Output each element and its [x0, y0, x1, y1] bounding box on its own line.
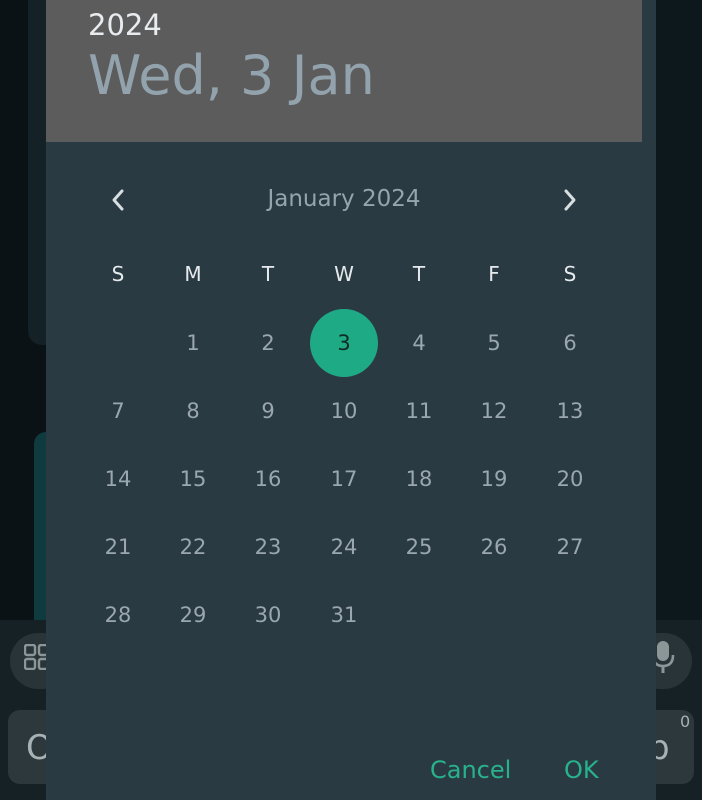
year-selector[interactable]: 2024: [88, 8, 162, 42]
calendar-day[interactable]: 28: [84, 581, 152, 649]
calendar-day[interactable]: 21: [84, 513, 152, 581]
calendar-day[interactable]: 16: [234, 445, 302, 513]
selected-date-display: Wed, 3 Jan: [88, 44, 375, 107]
calendar-day[interactable]: 11: [385, 377, 453, 445]
calendar-day[interactable]: 8: [159, 377, 227, 445]
calendar-day[interactable]: 24: [310, 513, 378, 581]
month-navigation: January 2024: [46, 176, 642, 224]
weekday-label: S: [563, 262, 577, 286]
cancel-button[interactable]: Cancel: [430, 756, 511, 784]
calendar-day[interactable]: 6: [536, 309, 604, 377]
calendar-day[interactable]: 15: [159, 445, 227, 513]
weekday-label: T: [412, 262, 426, 286]
next-month-button[interactable]: [550, 180, 590, 220]
calendar-day[interactable]: 17: [310, 445, 378, 513]
weekday-label: T: [261, 262, 275, 286]
calendar-day-selected[interactable]: 3: [310, 309, 378, 377]
calendar-day[interactable]: 7: [84, 377, 152, 445]
weekday-label: S: [111, 262, 125, 286]
weekday-label: F: [488, 262, 500, 286]
background-panel: [652, 0, 702, 620]
calendar-day[interactable]: 13: [536, 377, 604, 445]
calendar-day[interactable]: 4: [385, 309, 453, 377]
calendar-day[interactable]: 30: [234, 581, 302, 649]
calendar-day[interactable]: 31: [310, 581, 378, 649]
calendar-day[interactable]: 10: [310, 377, 378, 445]
keyboard-key-hint: 0: [680, 712, 691, 731]
calendar-day[interactable]: 23: [234, 513, 302, 581]
calendar-day[interactable]: 12: [460, 377, 528, 445]
calendar-day[interactable]: 14: [84, 445, 152, 513]
calendar-day[interactable]: 22: [159, 513, 227, 581]
calendar-day[interactable]: 5: [460, 309, 528, 377]
weekday-label: W: [334, 262, 354, 286]
calendar-day[interactable]: 9: [234, 377, 302, 445]
calendar-days-grid: 1 2 3 4 5 6 7 8 9 10 11 12 13 14 15 16 17 18 19 20 21 22 23 24 2…: [46, 306, 656, 646]
calendar-day[interactable]: 19: [460, 445, 528, 513]
date-picker-dialog: 2024 Wed, 3 Jan January 2024 SMTWTFS 123…: [46, 0, 656, 800]
calendar-day[interactable]: 27: [536, 513, 604, 581]
calendar-day[interactable]: 1: [159, 309, 227, 377]
calendar-day[interactable]: 25: [385, 513, 453, 581]
calendar-day[interactable]: 2: [234, 309, 302, 377]
weekday-label: M: [184, 262, 202, 286]
calendar-day[interactable]: 18: [385, 445, 453, 513]
dialog-actions: Cancel OK: [46, 750, 656, 794]
ok-button[interactable]: OK: [564, 756, 599, 784]
chevron-right-icon: [564, 189, 576, 211]
calendar-day[interactable]: 26: [460, 513, 528, 581]
dialog-header: 2024 Wed, 3 Jan: [46, 0, 642, 142]
weekday-header-row: SMTWTFS: [46, 262, 656, 294]
calendar-day[interactable]: 20: [536, 445, 604, 513]
calendar-day[interactable]: 29: [159, 581, 227, 649]
